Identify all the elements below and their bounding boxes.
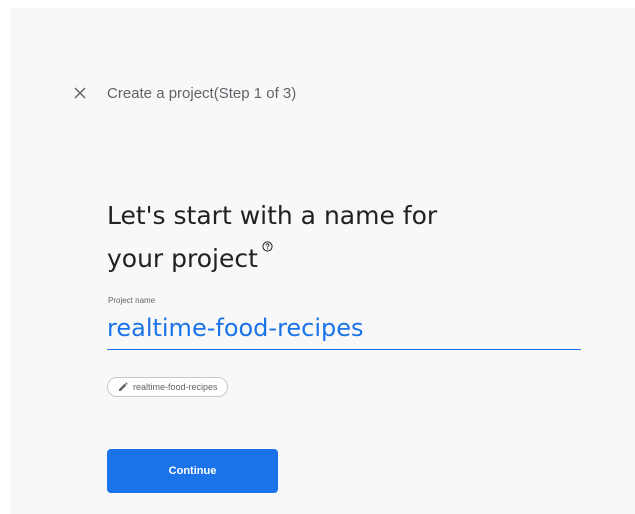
project-id-label: realtime-food-recipes — [133, 382, 218, 392]
header: Create a project(Step 1 of 3) — [72, 83, 296, 103]
project-name-underline — [107, 349, 581, 350]
project-name-label: Project name — [108, 296, 156, 305]
heading-line-1: Let's start with a name for — [107, 201, 438, 230]
close-button[interactable] — [72, 85, 88, 101]
heading-line-2-text: your project — [107, 244, 258, 273]
close-icon[interactable] — [74, 87, 86, 99]
project-name-field: Project name — [107, 296, 581, 358]
pencil-icon — [118, 382, 128, 392]
page-heading: Let's start with a name for your project — [107, 194, 437, 280]
header-title: Create a project(Step 1 of 3) — [107, 84, 297, 102]
project-id-chip[interactable]: realtime-food-recipes — [107, 377, 228, 397]
help-circle-icon[interactable] — [262, 241, 273, 252]
create-project-page: Create a project(Step 1 of 3) Let's star… — [10, 8, 635, 514]
continue-button[interactable]: Continue — [107, 449, 278, 493]
heading-line-2: your project — [107, 237, 437, 280]
project-name-input[interactable] — [107, 310, 581, 346]
